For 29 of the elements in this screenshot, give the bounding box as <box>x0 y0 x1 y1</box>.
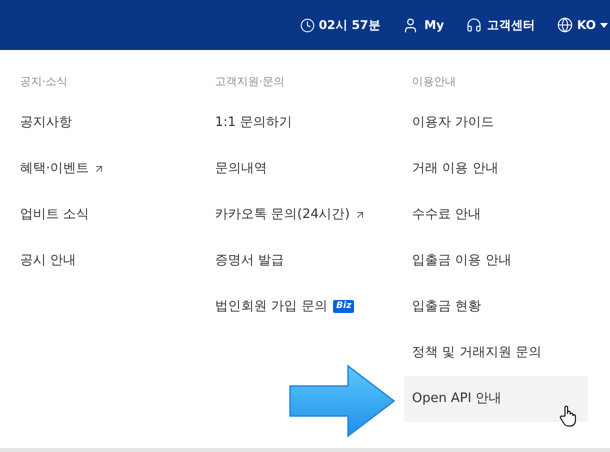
language-selector[interactable]: KO <box>557 16 608 34</box>
menu-item[interactable]: 입출금 현황 <box>404 284 482 330</box>
column-heading: 고객지원·문의 <box>215 74 284 90</box>
clock-time: 02시 57분 <box>318 17 380 34</box>
menu-item[interactable]: 증명서 발급 <box>207 238 284 284</box>
my-link[interactable]: My <box>402 16 444 34</box>
menu-item[interactable]: 공시 안내 <box>12 238 76 284</box>
menu-item[interactable]: 혜택·이벤트 <box>12 146 106 192</box>
menu-item[interactable]: 수수료 안내 <box>404 192 482 238</box>
menu-item[interactable]: 이용자 가이드 <box>404 100 494 146</box>
menu-item[interactable]: 1:1 문의하기 <box>207 100 292 146</box>
menu-item[interactable]: 정책 및 거래지원 문의 <box>404 330 542 376</box>
clock-icon <box>300 18 315 32</box>
menu-item[interactable]: 법인회원 가입 문의 Biz <box>207 284 354 330</box>
support-link[interactable]: 고객센터 <box>466 16 536 34</box>
biz-badge: Biz <box>333 300 354 313</box>
menu-item[interactable]: 공지사항 <box>12 100 72 146</box>
menu-item[interactable]: 거래 이용 안내 <box>404 146 498 192</box>
column-heading: 이용안내 <box>412 74 456 90</box>
globe-icon <box>557 17 574 33</box>
column-heading: 공지·소식 <box>20 74 68 90</box>
caret-icon <box>600 22 608 28</box>
menu-item[interactable]: 입출금 이용 안내 <box>404 238 512 284</box>
menu-item[interactable]: 카카오톡 문의(24시간) <box>207 192 366 238</box>
menu-item[interactable]: 문의내역 <box>207 146 267 192</box>
menu-item[interactable]: 업비트 소식 <box>12 192 90 238</box>
headset-icon <box>466 17 482 33</box>
menu-item[interactable]: Open API 안내 <box>404 376 588 422</box>
hand-cursor-icon <box>559 405 577 427</box>
